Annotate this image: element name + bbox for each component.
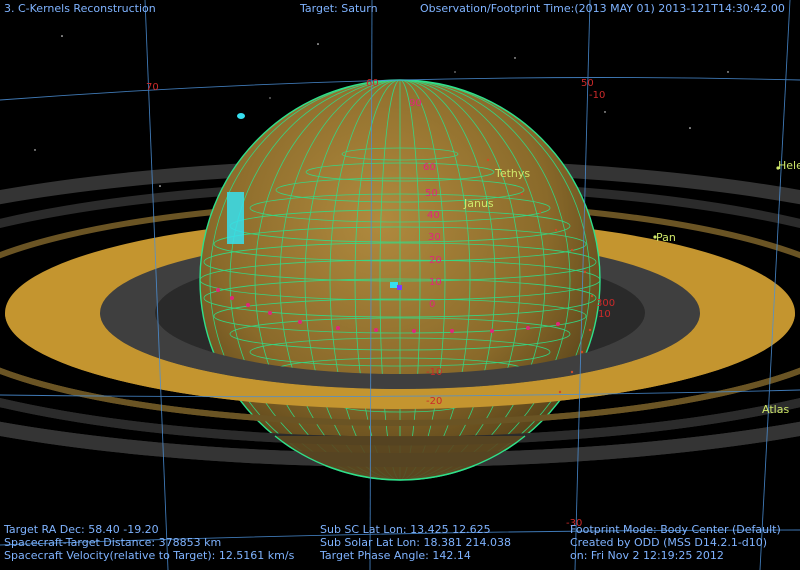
svg-text:Atlas: Atlas <box>762 403 789 416</box>
spacecraft-target-distance: Spacecraft-Target Distance: 378853 km <box>4 536 222 549</box>
moon-hele[interactable]: Hele <box>776 159 800 172</box>
sky-grid-label: 50 <box>581 78 594 89</box>
lat-label: 50 <box>425 188 438 199</box>
target-phase-angle: Target Phase Angle: 142.14 <box>320 549 471 562</box>
lat-label: 0 <box>429 299 435 310</box>
moon-janus[interactable]: Janus <box>463 197 494 210</box>
moon-tethys[interactable]: Tethys <box>494 167 530 180</box>
sky-grid-label: -20 <box>426 396 442 407</box>
footer-left: Target RA Dec: 58.40 -19.20 Spacecraft-T… <box>4 523 294 562</box>
sky-grid-label: 60 <box>366 78 379 89</box>
sky-grid-label: -10 <box>426 367 442 378</box>
scene-canvas: 70 60 50 -10 300 10 -10 -20 -30 90 60 50… <box>0 0 800 570</box>
lat-label: 20 <box>429 255 442 266</box>
saturn-viewer: 70 60 50 -10 300 10 -10 -20 -30 90 60 50… <box>0 0 800 570</box>
lat-label: 90 <box>409 98 422 109</box>
sky-grid-label: 10 <box>598 309 611 320</box>
footer-middle: Sub SC Lat Lon: 13.425 12.625 Sub Solar … <box>320 523 511 562</box>
target-label: Target: Saturn <box>300 2 378 15</box>
svg-text:Pan: Pan <box>656 231 676 244</box>
lat-label: 60 <box>423 162 436 173</box>
saturn-south-cap <box>274 435 526 481</box>
sub-sc-lat-lon: Sub SC Lat Lon: 13.425 12.625 <box>320 523 491 536</box>
sub-solar-lat-lon: Sub Solar Lat Lon: 18.381 214.038 <box>320 536 511 549</box>
target-ra-dec: Target RA Dec: 58.40 -19.20 <box>4 523 159 536</box>
svg-text:Tethys: Tethys <box>494 167 530 180</box>
svg-text:Hele: Hele <box>778 159 800 172</box>
lat-label: 40 <box>427 210 440 221</box>
lat-label: 10 <box>429 277 442 288</box>
sky-grid-label: 300 <box>596 298 615 309</box>
svg-text:Janus: Janus <box>463 197 494 210</box>
created-by: Created by ODD (MSS D14.2.1-d10) <box>570 536 768 549</box>
footer-right: Footprint Mode: Body Center (Default) Cr… <box>570 523 781 562</box>
sky-grid-label: -10 <box>589 90 605 101</box>
spacecraft-velocity: Spacecraft Velocity(relative to Target):… <box>4 549 295 562</box>
lat-label: 30 <box>428 232 441 243</box>
app-title: 3. C-Kernels Reconstruction <box>4 2 156 15</box>
created-on: on: Fri Nov 2 12:19:25 2012 <box>570 549 724 562</box>
footprint-mode: Footprint Mode: Body Center (Default) <box>570 523 781 536</box>
moon-pan[interactable]: Pan <box>653 231 676 244</box>
sky-grid-label: 70 <box>146 82 159 93</box>
moon-atlas[interactable]: Atlas <box>762 403 789 416</box>
observation-time: Observation/Footprint Time:(2013 MAY 01)… <box>420 2 785 15</box>
